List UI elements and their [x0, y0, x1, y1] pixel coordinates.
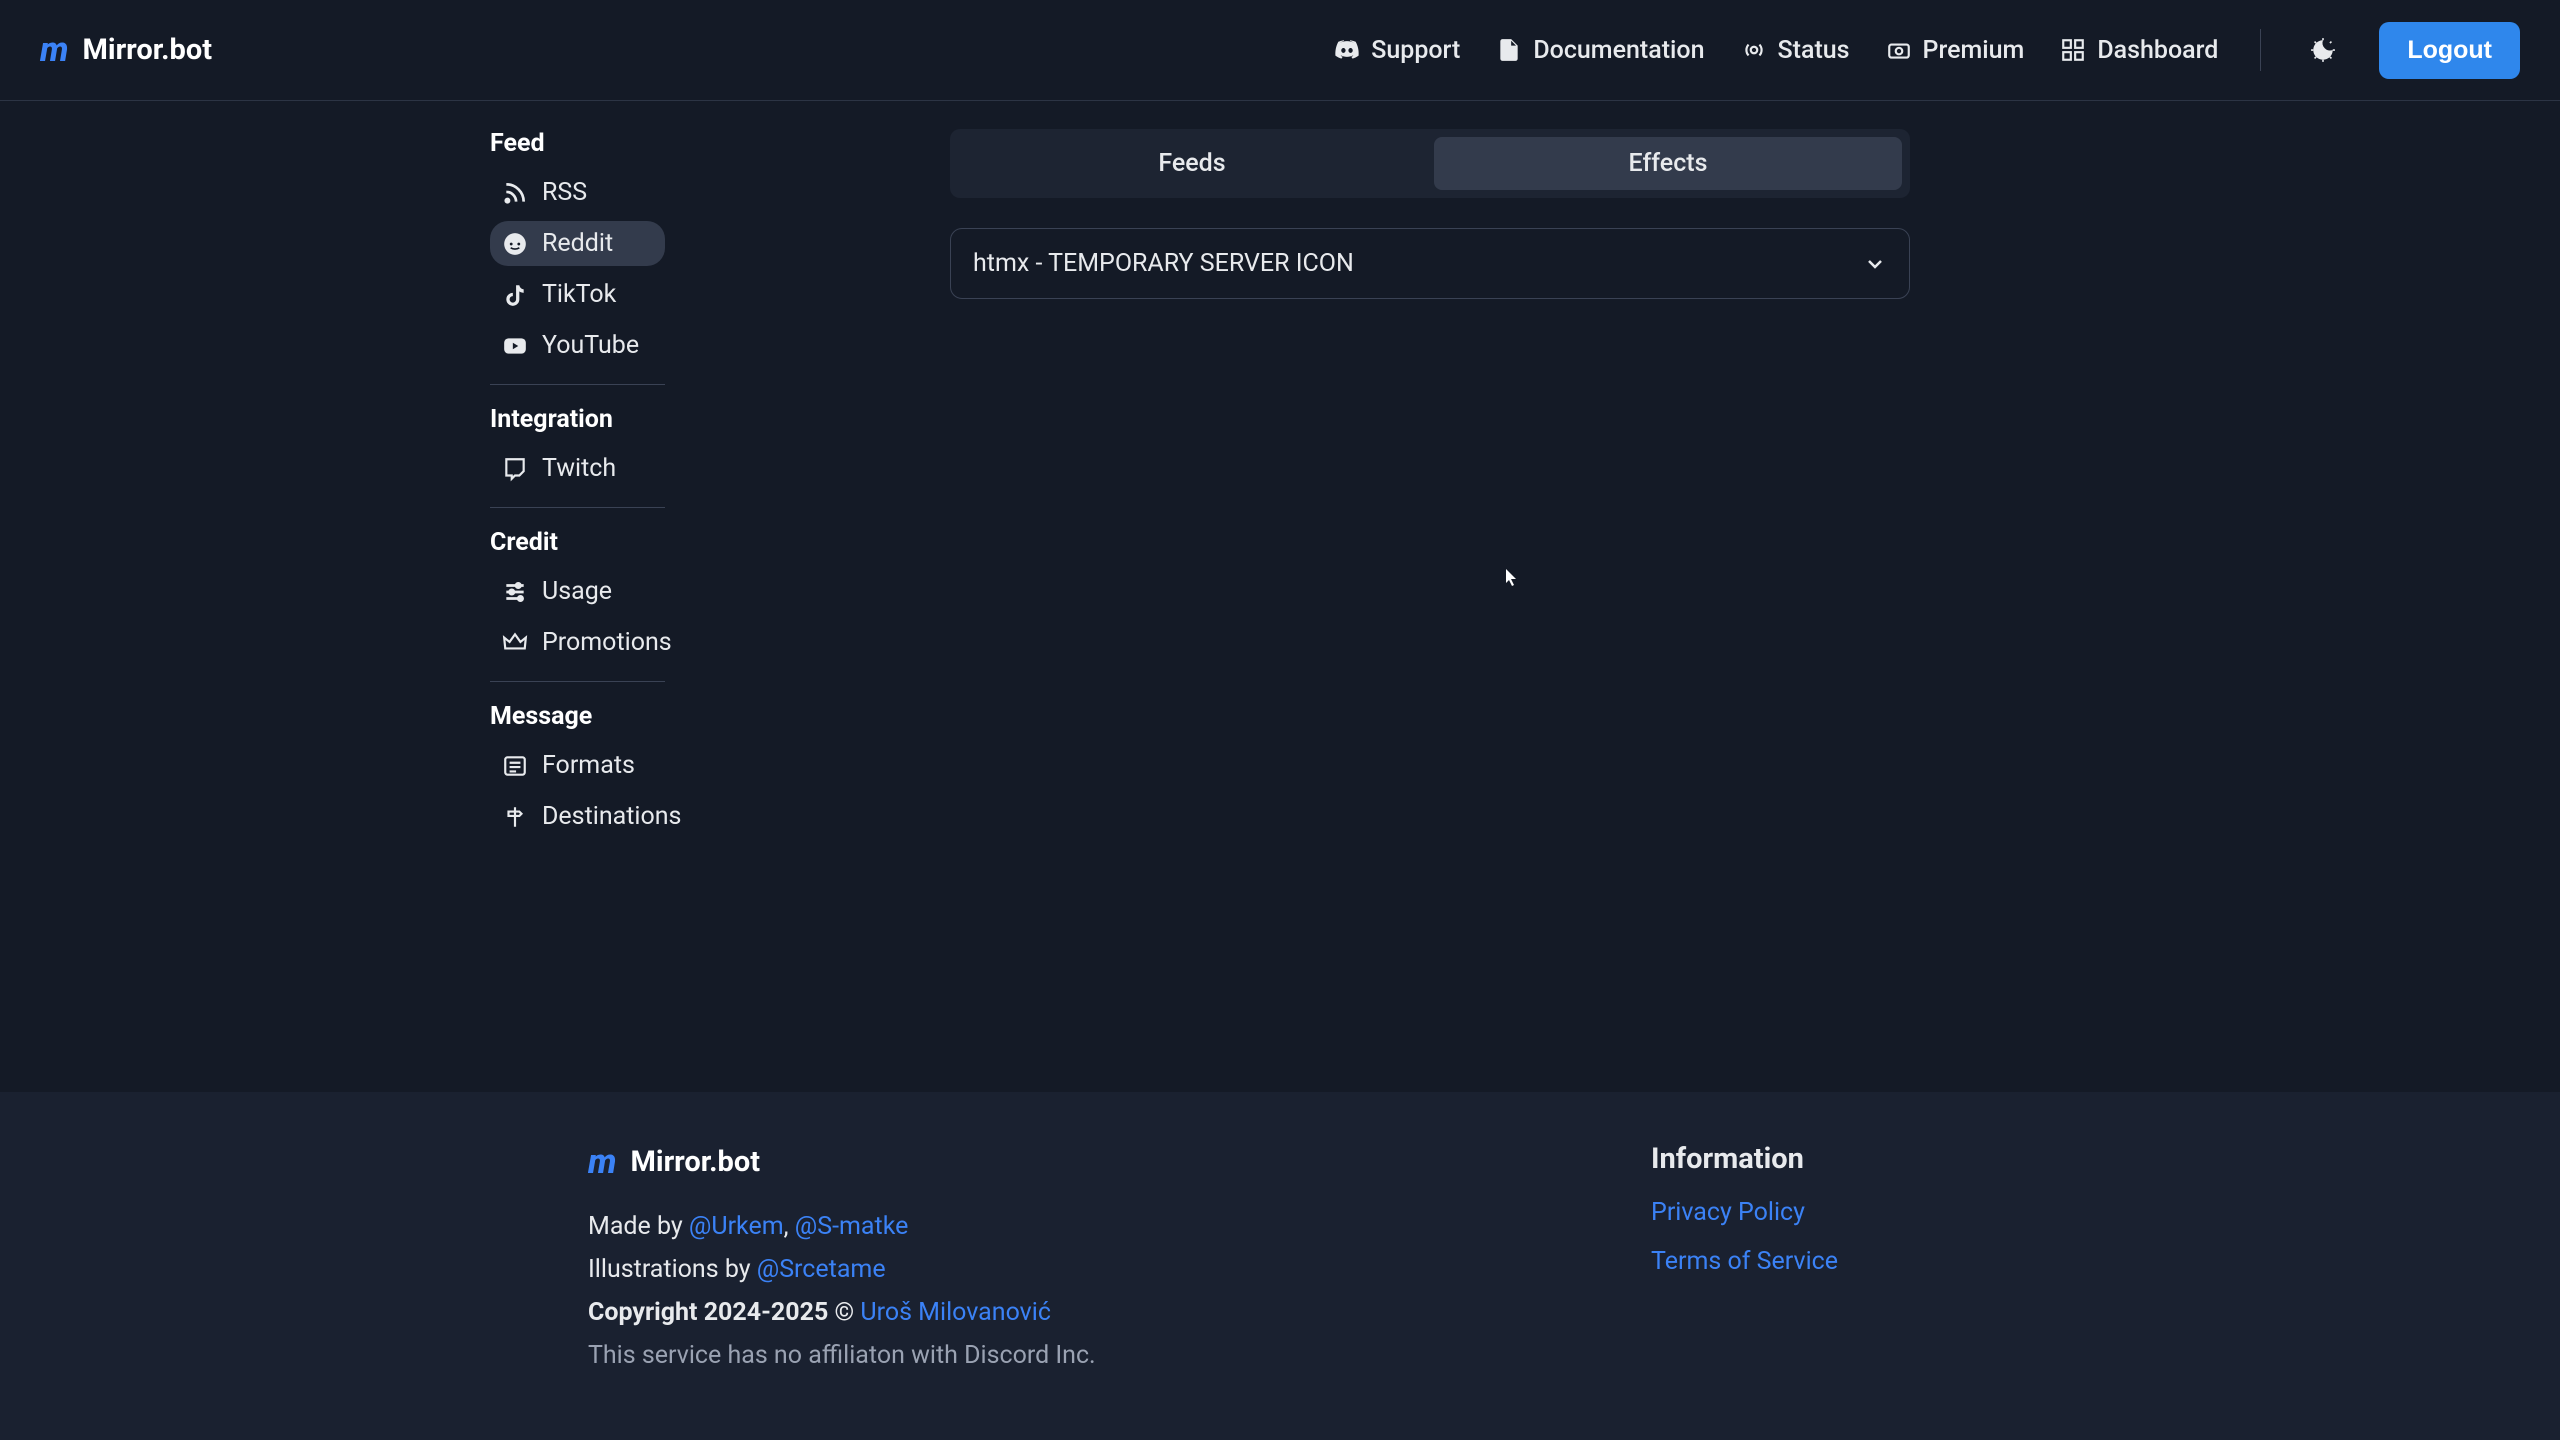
- premium-icon: [1886, 37, 1912, 63]
- tab-feeds[interactable]: Feeds: [958, 137, 1426, 190]
- chevron-down-icon: [1863, 252, 1887, 276]
- nav-premium-label: Premium: [1923, 36, 2025, 65]
- sidebar-section-feed-title: Feed: [490, 129, 665, 158]
- sidebar-item-label: Formats: [542, 751, 635, 780]
- sidebar-divider: [490, 507, 665, 508]
- nav-documentation[interactable]: Documentation: [1496, 36, 1704, 65]
- reddit-icon: [502, 231, 528, 257]
- sidebar-item-rss[interactable]: RSS: [490, 170, 665, 215]
- server-select-value: htmx - TEMPORARY SERVER ICON: [973, 249, 1354, 278]
- sliders-icon: [502, 579, 528, 605]
- nav-dashboard[interactable]: Dashboard: [2060, 36, 2218, 65]
- footer: m Mirror.bot Made by @Urkem, @S-matke Il…: [0, 1092, 2560, 1440]
- link-srcetame[interactable]: @Srcetame: [757, 1255, 886, 1284]
- sidebar-section-message-title: Message: [490, 702, 665, 731]
- nav-premium[interactable]: Premium: [1886, 36, 2025, 65]
- nav-status-label: Status: [1778, 36, 1850, 65]
- logo-icon: m: [588, 1142, 615, 1182]
- sidebar-item-twitch[interactable]: Twitch: [490, 446, 665, 491]
- sidebar-item-reddit[interactable]: Reddit: [490, 221, 665, 266]
- sidebar-divider: [490, 384, 665, 385]
- rss-icon: [502, 180, 528, 206]
- sidebar-divider: [490, 681, 665, 682]
- sidebar-item-label: YouTube: [542, 331, 639, 360]
- signpost-icon: [502, 804, 528, 830]
- app-header: m Mirror.bot Support Documentation Statu…: [0, 0, 2560, 101]
- tiktok-icon: [502, 282, 528, 308]
- sidebar-item-label: Reddit: [542, 229, 613, 258]
- crown-icon: [502, 630, 528, 656]
- sidebar-item-label: Destinations: [542, 802, 681, 831]
- discord-icon: [1334, 37, 1360, 63]
- sidebar-item-destinations[interactable]: Destinations: [490, 794, 665, 839]
- list-icon: [502, 753, 528, 779]
- sidebar-item-formats[interactable]: Formats: [490, 743, 665, 788]
- footer-made-by: Made by @Urkem, @S-matke: [588, 1212, 1096, 1241]
- brand[interactable]: m Mirror.bot: [40, 30, 212, 70]
- tab-effects[interactable]: Effects: [1434, 137, 1902, 190]
- header-nav: Support Documentation Status Premium Das…: [1334, 22, 2520, 79]
- nav-dashboard-label: Dashboard: [2097, 36, 2218, 65]
- sidebar-section-integration-title: Integration: [490, 405, 665, 434]
- nav-support[interactable]: Support: [1334, 36, 1460, 65]
- nav-documentation-label: Documentation: [1533, 36, 1704, 65]
- youtube-icon: [502, 333, 528, 359]
- server-select[interactable]: htmx - TEMPORARY SERVER ICON: [950, 228, 1910, 299]
- link-terms-of-service[interactable]: Terms of Service: [1651, 1247, 1838, 1276]
- main-area: Feed RSS Reddit TikTok: [0, 101, 2560, 1092]
- link-uros[interactable]: Uroš Milovanović: [860, 1298, 1051, 1327]
- brand-name: Mirror.bot: [83, 33, 213, 67]
- sidebar-item-youtube[interactable]: YouTube: [490, 323, 665, 368]
- theme-icon: [2310, 37, 2336, 63]
- sidebar-item-label: Usage: [542, 577, 612, 606]
- dashboard-icon: [2060, 37, 2086, 63]
- content-area: Feeds Effects htmx - TEMPORARY SERVER IC…: [910, 129, 2560, 1092]
- theme-toggle-button[interactable]: [2303, 30, 2343, 70]
- link-urkem[interactable]: @Urkem: [689, 1212, 784, 1241]
- nav-status[interactable]: Status: [1741, 36, 1850, 65]
- sidebar-item-tiktok[interactable]: TikTok: [490, 272, 665, 317]
- sidebar-item-usage[interactable]: Usage: [490, 569, 665, 614]
- logo-icon: m: [40, 30, 67, 70]
- sidebar-item-label: Promotions: [542, 628, 672, 657]
- sidebar-item-promotions[interactable]: Promotions: [490, 620, 665, 665]
- logout-button[interactable]: Logout: [2379, 22, 2520, 79]
- link-privacy-policy[interactable]: Privacy Policy: [1651, 1198, 1838, 1227]
- sidebar-section-credit-title: Credit: [490, 528, 665, 557]
- nav-divider: [2260, 29, 2261, 71]
- twitch-icon: [502, 456, 528, 482]
- sidebar: Feed RSS Reddit TikTok: [0, 129, 910, 1092]
- footer-info-title: Information: [1651, 1142, 1838, 1176]
- sidebar-item-label: Twitch: [542, 454, 616, 483]
- footer-illustrations: Illustrations by @Srcetame: [588, 1255, 1096, 1284]
- tab-row: Feeds Effects: [950, 129, 1910, 198]
- sidebar-item-label: RSS: [542, 178, 587, 207]
- footer-brand-name: Mirror.bot: [631, 1145, 761, 1179]
- document-icon: [1496, 37, 1522, 63]
- footer-affiliation: This service has no affiliaton with Disc…: [588, 1341, 1096, 1370]
- status-icon: [1741, 37, 1767, 63]
- sidebar-item-label: TikTok: [542, 280, 616, 309]
- footer-copyright: Copyright 2024-2025 © Uroš Milovanović: [588, 1298, 1096, 1327]
- link-smatke[interactable]: @S-matke: [795, 1212, 909, 1241]
- nav-support-label: Support: [1371, 36, 1460, 65]
- footer-brand[interactable]: m Mirror.bot: [588, 1142, 1096, 1182]
